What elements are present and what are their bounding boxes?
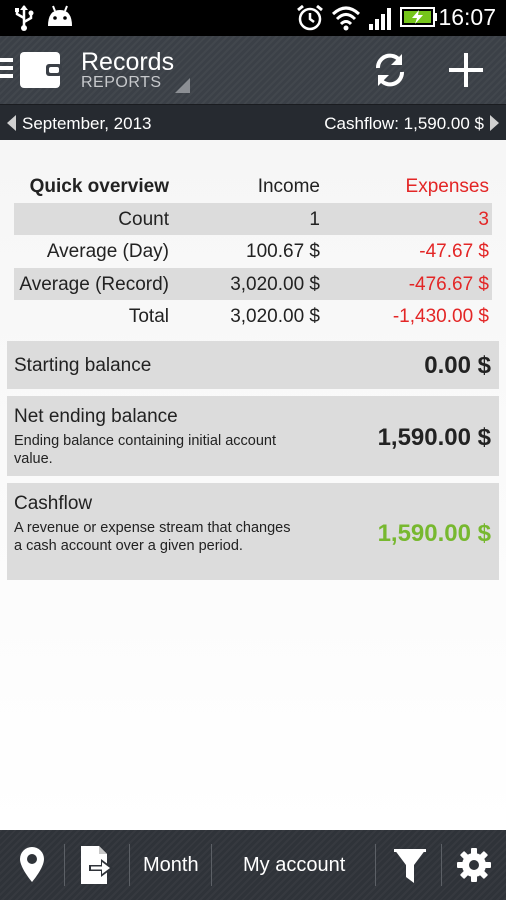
- table-row: Count 1 3: [14, 202, 492, 235]
- cashflow-title: Cashflow: [14, 493, 93, 514]
- action-bar: Records REPORTS: [0, 36, 506, 104]
- net-ending-balance-description: Ending balance containing initial accoun…: [14, 433, 276, 467]
- income-value: 1: [309, 208, 320, 230]
- divider: [441, 844, 442, 886]
- row-label: Count: [118, 208, 169, 230]
- row-label: Total: [128, 306, 169, 327]
- divider: [375, 844, 376, 886]
- period-filter-button[interactable]: Month: [143, 854, 199, 877]
- table-row: Average (Day) 100.67 $ -47.67 $: [14, 235, 492, 268]
- screen-title[interactable]: Records: [81, 48, 174, 77]
- income-value: 100.67 $: [246, 241, 320, 262]
- menu-icon[interactable]: [0, 58, 13, 82]
- header-expenses: Expenses: [405, 176, 489, 197]
- income-value: 3,020.00 $: [230, 306, 320, 327]
- previous-period-icon[interactable]: [7, 115, 16, 131]
- net-ending-balance-title: Net ending balance: [14, 406, 178, 427]
- battery-charging-icon: [400, 7, 437, 27]
- expenses-value: -476.67 $: [408, 273, 489, 295]
- bottom-toolbar: Month My account: [0, 830, 506, 900]
- divider: [64, 844, 65, 886]
- screen-subtitle[interactable]: REPORTS: [81, 74, 162, 92]
- quick-overview-table: Quick overview Income Expenses Count 1 3…: [14, 170, 492, 333]
- period-label[interactable]: September, 2013: [22, 114, 151, 134]
- header-income: Income: [257, 176, 320, 197]
- income-value: 3,020.00 $: [230, 273, 320, 295]
- cashflow-card: Cashflow A revenue or expense stream tha…: [7, 483, 499, 580]
- expenses-value: 3: [478, 208, 489, 230]
- next-period-icon[interactable]: [490, 115, 499, 131]
- status-bar: 16:07: [0, 0, 506, 36]
- row-label: Average (Day): [46, 241, 169, 262]
- divider: [211, 844, 212, 886]
- filter-icon[interactable]: [393, 847, 427, 885]
- starting-balance-value: 0.00 $: [424, 352, 491, 379]
- location-icon[interactable]: [18, 846, 46, 884]
- row-label: Average (Record): [19, 273, 169, 295]
- net-ending-balance-value: 1,590.00 $: [377, 424, 491, 451]
- clock: 16:07: [438, 4, 496, 30]
- divider: [129, 844, 130, 886]
- table-row: Total 3,020.00 $ -1,430.00 $: [14, 300, 492, 333]
- refresh-icon[interactable]: [370, 50, 410, 90]
- header-quick-overview: Quick overview: [29, 176, 169, 197]
- net-ending-balance-card: Net ending balance Ending balance contai…: [7, 396, 499, 476]
- alarm-icon: [297, 4, 323, 31]
- expenses-value: -47.67 $: [419, 241, 489, 262]
- period-bar: September, 2013 Cashflow: 1,590.00 $: [0, 104, 506, 140]
- starting-balance-title: Starting balance: [14, 355, 152, 376]
- table-row: Average (Record) 3,020.00 $ -476.67 $: [14, 267, 492, 300]
- usb-icon: [15, 5, 34, 31]
- starting-balance-card: Starting balance 0.00 $: [7, 341, 499, 389]
- settings-icon[interactable]: [456, 847, 492, 883]
- signal-icon: [369, 8, 391, 30]
- android-icon: [48, 5, 72, 26]
- wifi-icon: [331, 6, 361, 31]
- cashflow-summary: Cashflow: 1,590.00 $: [324, 114, 484, 133]
- dropdown-indicator-icon: [175, 78, 190, 93]
- export-icon[interactable]: [79, 844, 115, 886]
- expenses-value: -1,430.00 $: [392, 306, 489, 327]
- table-header: Quick overview Income Expenses: [14, 170, 492, 203]
- cashflow-value: 1,590.00 $: [377, 520, 491, 547]
- cashflow-description: A revenue or expense stream that changes…: [14, 520, 291, 554]
- account-filter-button[interactable]: My account: [243, 854, 345, 877]
- wallet-icon[interactable]: [20, 52, 62, 88]
- report-content: Quick overview Income Expenses Count 1 3…: [0, 140, 506, 830]
- add-icon[interactable]: [446, 50, 486, 90]
